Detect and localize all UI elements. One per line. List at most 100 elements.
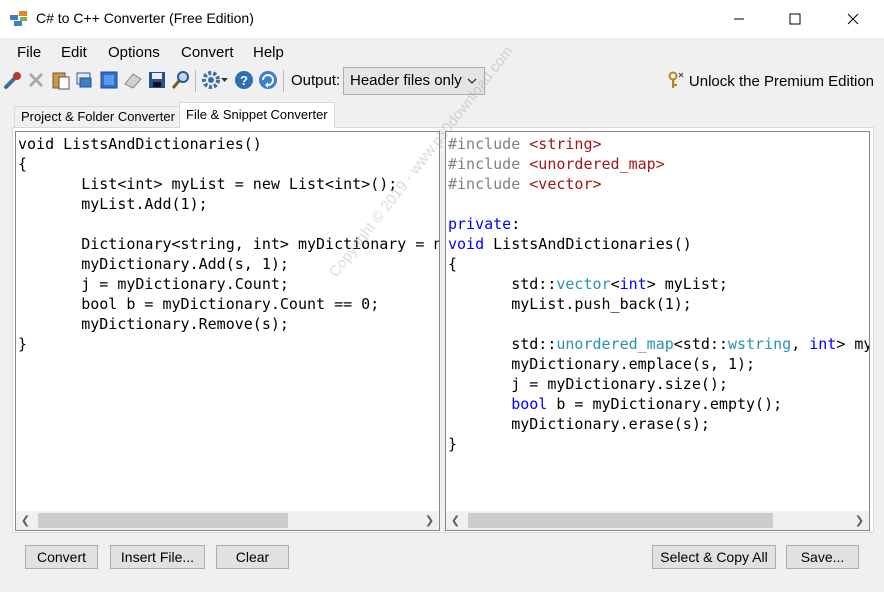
horizontal-scrollbar[interactable]: ❮ ❯ <box>446 511 869 530</box>
code-token: vector <box>556 275 611 293</box>
refresh-icon[interactable] <box>257 69 279 91</box>
insert-file-button[interactable]: Insert File... <box>110 545 205 569</box>
code-line: void ListsAndDictionaries() <box>448 234 869 254</box>
output-dropdown[interactable]: Header files only <box>343 67 485 95</box>
scroll-right-icon[interactable]: ❯ <box>420 511 439 530</box>
menu-edit[interactable]: Edit <box>61 44 87 61</box>
horizontal-scrollbar[interactable]: ❮ ❯ <box>16 511 439 530</box>
code-token: std:: <box>448 275 557 293</box>
copy-icon[interactable] <box>74 69 96 91</box>
app-icon <box>10 11 27 26</box>
code-token: void <box>448 235 485 253</box>
cpp-code-text[interactable]: #include <string> #include <unordered_map… <box>448 134 870 454</box>
code-token: <std:: <box>673 335 728 353</box>
menu-options[interactable]: Options <box>108 44 160 61</box>
code-token: #include <box>448 155 530 173</box>
help-icon[interactable]: ? <box>233 69 255 91</box>
code-token: wstring <box>727 335 792 353</box>
gear-icon[interactable] <box>200 69 222 91</box>
menu-help[interactable]: Help <box>253 44 284 61</box>
csharp-code-text[interactable]: void ListsAndDictionaries() { List<int> m… <box>18 134 440 354</box>
code-line: #include <unordered_map> <box>448 154 869 174</box>
select-all-icon[interactable] <box>98 69 120 91</box>
cpp-output-editor[interactable]: #include <string> #include <unordered_map… <box>445 131 870 531</box>
eraser-icon[interactable] <box>122 69 144 91</box>
convert-wrench-icon[interactable] <box>2 69 24 91</box>
code-token: <unordered_map> <box>529 155 665 173</box>
clear-button[interactable]: Clear <box>216 545 289 569</box>
csharp-source-editor[interactable]: void ListsAndDictionaries() { List<int> m… <box>15 131 440 531</box>
code-token: , <box>791 335 810 353</box>
code-token: { <box>448 255 458 273</box>
unlock-premium-label: Unlock the Premium Edition <box>688 72 874 90</box>
save-icon[interactable] <box>146 69 168 91</box>
code-line: std::vector<int> myList; <box>448 274 869 294</box>
toolbar: ? Output: Header files only Unlock the P… <box>0 66 884 96</box>
code-token: <vector> <box>529 175 602 193</box>
code-token: bool <box>511 395 548 413</box>
minimize-button[interactable] <box>716 0 762 38</box>
scroll-left-icon[interactable]: ❮ <box>446 511 465 530</box>
scroll-right-icon[interactable]: ❯ <box>850 511 869 530</box>
code-token: ListsAndDictionaries() <box>484 235 692 253</box>
unlock-premium-link[interactable]: Unlock the Premium Edition <box>667 71 874 91</box>
output-dropdown-value: Header files only <box>350 72 462 89</box>
code-line: std::unordered_map<std::wstring, int> my <box>448 334 870 354</box>
code-line: j = myDictionary.Count; <box>18 275 289 293</box>
code-line: myDictionary.emplace(s, 1); <box>448 354 869 374</box>
code-token: std:: <box>448 335 557 353</box>
code-line: myList.Add(1); <box>18 195 208 213</box>
scrollbar-thumb[interactable] <box>468 513 773 528</box>
tab-file-snippet-converter[interactable]: File & Snippet Converter <box>179 102 335 128</box>
scrollbar-thumb[interactable] <box>38 513 288 528</box>
code-token: int <box>809 335 837 353</box>
code-token: unordered_map <box>556 335 674 353</box>
maximize-icon <box>789 13 801 25</box>
code-line: Dictionary<string, int> myDictionary = n <box>18 235 440 253</box>
maximize-button[interactable] <box>772 0 818 38</box>
code-line: myDictionary.erase(s); <box>448 414 869 434</box>
code-token: myDictionary.emplace(s, 1); <box>448 355 756 373</box>
close-button[interactable] <box>830 0 876 38</box>
code-line: } <box>18 335 28 353</box>
options-dropdown-arrow-icon[interactable] <box>221 78 228 83</box>
code-token: > my <box>836 335 870 353</box>
convert-button[interactable]: Convert <box>25 545 98 569</box>
window-title: C# to C++ Converter (Free Edition) <box>36 10 254 26</box>
code-token: #include <box>448 175 530 193</box>
menu-convert[interactable]: Convert <box>181 44 234 61</box>
code-token: < <box>610 275 620 293</box>
code-token: int <box>619 275 647 293</box>
find-icon[interactable] <box>170 69 192 91</box>
code-token: private <box>448 215 512 233</box>
code-token: myList.push_back(1); <box>448 295 692 313</box>
code-line: myDictionary.Remove(s); <box>18 315 289 333</box>
code-line: myList.push_back(1); <box>448 294 869 314</box>
select-copy-all-button[interactable]: Select & Copy All <box>652 545 776 569</box>
save-button[interactable]: Save... <box>786 545 859 569</box>
tab-project-folder-converter[interactable]: Project & Folder Converter <box>14 106 182 128</box>
toolbar-separator <box>283 70 284 92</box>
code-line: { <box>448 254 869 274</box>
paste-icon[interactable] <box>50 69 72 91</box>
code-line: #include <string> <box>448 134 869 154</box>
menu-file[interactable]: File <box>17 44 41 61</box>
code-token: myDictionary.erase(s); <box>448 415 710 433</box>
delete-icon[interactable] <box>25 69 47 91</box>
code-line: void ListsAndDictionaries() <box>18 135 262 153</box>
minimize-icon <box>734 18 744 20</box>
code-line: bool b = myDictionary.empty(); <box>448 394 869 414</box>
code-token: > myList; <box>646 275 728 293</box>
toolbar-separator <box>195 70 196 92</box>
scroll-left-icon[interactable]: ❮ <box>16 511 35 530</box>
unlock-key-icon <box>668 71 684 88</box>
code-line: } <box>448 434 869 454</box>
code-line: { <box>18 155 28 173</box>
svg-text:?: ? <box>240 73 248 88</box>
output-label: Output: <box>291 72 341 89</box>
code-line: List<int> myList = new List<int>(); <box>18 175 398 193</box>
